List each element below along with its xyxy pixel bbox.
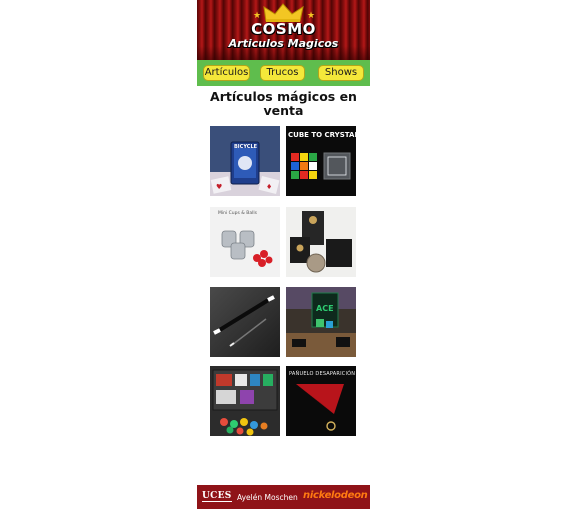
svg-text:♥: ♥	[216, 183, 222, 191]
nav-button-shows[interactable]: Shows	[318, 65, 364, 81]
coin-box-icon	[286, 207, 356, 277]
main-nav: Artículos Trucos Shows	[197, 60, 370, 86]
dice-box-icon: ACE	[286, 287, 356, 357]
product-card-cups-and-balls[interactable]: Mini Cups & Balls	[210, 207, 280, 277]
cups-balls-icon	[210, 207, 280, 277]
university-logo[interactable]: UCES	[202, 491, 232, 502]
product-card-coin-trick[interactable]	[286, 207, 356, 277]
page: ★ ★ COSMO Articulos Magicos Artículos Tr…	[197, 0, 370, 510]
footer: UCES Ayelén Moschen nickelodeon	[197, 485, 370, 509]
product-caption: BICYCLE	[234, 144, 258, 150]
product-card-magic-kit[interactable]	[210, 366, 280, 436]
svg-text:ACE: ACE	[316, 304, 334, 313]
product-card-dice-trick[interactable]: ACE	[286, 287, 356, 357]
svg-text:♦: ♦	[266, 183, 272, 191]
product-card-vanishing-handkerchief[interactable]: PAÑUELO DESAPARICIÓN	[286, 366, 356, 436]
product-caption: CUBE TO CRYSTAL	[288, 131, 356, 139]
brand-subtitle: Articulos Magicos	[228, 37, 339, 50]
product-caption: PAÑUELO DESAPARICIÓN	[289, 371, 356, 377]
nav-button-trucos[interactable]: Trucos	[260, 65, 305, 81]
product-card-cube-to-crystal[interactable]: CUBE TO CRYSTAL	[286, 126, 356, 196]
product-caption: Mini Cups & Balls	[218, 211, 257, 216]
author-name: Ayelén Moschen	[237, 493, 298, 502]
header-banner: ★ ★ COSMO Articulos Magicos	[197, 0, 370, 60]
page-heading: Artículos mágicos en venta	[210, 89, 357, 118]
nickelodeon-logo[interactable]: nickelodeon	[303, 490, 368, 502]
playing-cards-icon: ♥ ♦	[210, 126, 280, 196]
magic-kit-icon	[210, 366, 280, 436]
wand-icon	[210, 287, 280, 357]
product-card-magic-wand[interactable]	[210, 287, 280, 357]
nav-button-articulos[interactable]: Artículos	[203, 65, 250, 81]
brand-title[interactable]: COSMO	[197, 20, 370, 38]
product-card-bicycle[interactable]: ♥ ♦ BICYCLE	[210, 126, 280, 196]
